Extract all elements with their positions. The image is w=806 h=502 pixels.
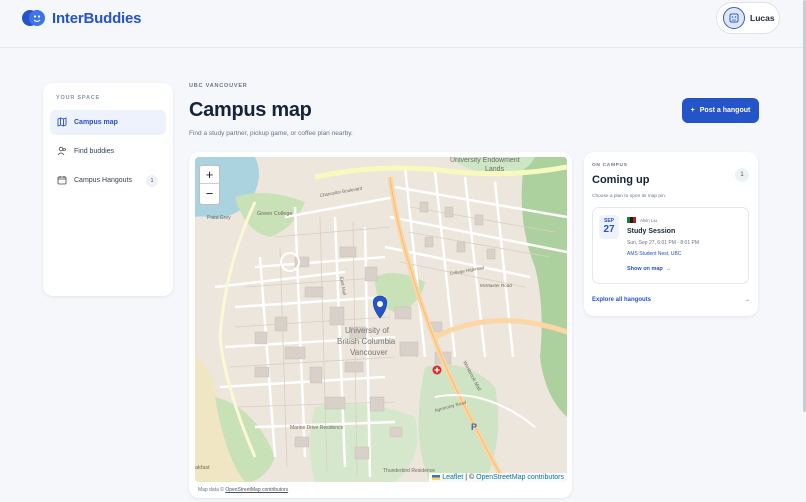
map-credit-prefix: Map data ©	[198, 487, 226, 493]
sidebar-item-find-buddies[interactable]: Find buddies	[50, 139, 166, 164]
page-title: Campus map	[189, 99, 312, 121]
host-flag-icon	[627, 217, 636, 223]
map-label-ubc-line3: Vancouver	[350, 348, 388, 357]
map-tiles: University Endowment Lands Green College…	[195, 157, 567, 482]
sidebar-item-label: Find buddies	[74, 148, 115, 155]
sidebar-section-label: YOUR SPACE	[56, 95, 100, 101]
page-subtitle: Find a study partner, pickup game, or co…	[189, 130, 353, 137]
map-label-lands: Lands	[485, 166, 505, 173]
upcoming-title: Coming up	[592, 174, 650, 186]
zoom-out-button[interactable]: −	[200, 184, 219, 202]
leaflet-link[interactable]: Leaflet	[442, 474, 463, 481]
event-card[interactable]: SEP 27 Alvin Liu Study Session Sun, Sep …	[592, 207, 749, 284]
osm-link[interactable]: OpenStreetMap contributors	[476, 474, 564, 481]
map-label-marine: Marine Drive Residence	[290, 425, 344, 431]
upcoming-card: ON CAMPUS Coming up 1 Choose a plan to o…	[584, 152, 758, 316]
show-on-map-label: Show on map	[627, 266, 663, 272]
map-label-green-college: Green College	[257, 211, 292, 217]
map-attribution: Leaflet | © OpenStreetMap contributors	[429, 473, 567, 482]
explore-hangouts-link[interactable]: Explore all hangouts →	[592, 297, 750, 303]
arrow-right-icon: →	[744, 297, 750, 303]
plus-icon: +	[690, 107, 695, 114]
sidebar: YOUR SPACE Campus map Find buddies Campu…	[43, 83, 173, 296]
post-hangout-label: Post a hangout	[699, 107, 751, 114]
map-label-ubc-line1: University of	[345, 326, 390, 335]
attribution-separator: | ©	[463, 474, 477, 481]
map-label-ubc-line2: British Columbia	[337, 337, 396, 346]
event-host-name: Alvin Liu	[640, 217, 658, 223]
show-on-map-link[interactable]: Show on map →	[627, 266, 671, 272]
campus-map[interactable]: University Endowment Lands Green College…	[195, 157, 567, 482]
event-day: 27	[603, 224, 615, 235]
map-credit-link[interactable]: OpenStreetMap contributors	[225, 487, 288, 493]
event-title: Study Session	[627, 228, 676, 235]
hospital-icon	[432, 365, 442, 375]
event-host: Alvin Liu	[627, 217, 657, 223]
user-name: Lucas	[750, 13, 775, 23]
map-icon	[57, 116, 67, 129]
ukraine-flag-icon	[432, 474, 441, 480]
sidebar-item-campus-map[interactable]: Campus map	[50, 110, 166, 135]
upcoming-count-badge: 1	[735, 168, 749, 182]
explore-label: Explore all hangouts	[592, 297, 652, 303]
app-logo[interactable]: InterBuddies	[22, 8, 141, 28]
map-label-mcmaster: McMaster Road	[480, 283, 512, 288]
logo-icon	[22, 8, 46, 28]
zoom-control: + −	[199, 165, 220, 205]
map-card: University Endowment Lands Green College…	[189, 152, 572, 498]
map-credit: Map data © OpenStreetMap contributors	[198, 487, 288, 493]
parking-icon: P	[471, 422, 477, 432]
upcoming-eyebrow: ON CAMPUS	[592, 163, 628, 168]
user-menu-button[interactable]: Lucas	[716, 2, 780, 34]
map-label-endowment: University Endowment	[450, 157, 520, 164]
sidebar-item-campus-hangouts[interactable]: Campus Hangouts 1	[50, 168, 166, 193]
map-label-thunderbird: Thunderbird Residence	[383, 468, 435, 474]
map-label-point-grey: Point Grey	[207, 215, 231, 221]
sidebar-item-label: Campus Hangouts	[74, 177, 132, 184]
event-place[interactable]: AMS Student Nest, UBC	[627, 251, 681, 257]
post-hangout-button[interactable]: + Post a hangout	[682, 98, 759, 123]
avatar-icon	[723, 7, 745, 29]
event-date: SEP 27	[599, 215, 619, 239]
hangouts-count-badge: 1	[146, 175, 158, 187]
upcoming-hint: Choose a plan to open its map pin.	[592, 194, 667, 199]
map-label-breakfast: akfast	[195, 465, 210, 471]
zoom-in-button[interactable]: +	[200, 166, 219, 184]
app-name: InterBuddies	[52, 9, 142, 27]
arrow-right-icon: →	[664, 266, 672, 272]
calendar-icon	[57, 175, 67, 187]
users-icon	[57, 146, 67, 158]
top-bar: InterBuddies Lucas	[0, 0, 806, 48]
sidebar-item-label: Campus map	[74, 119, 118, 126]
event-time: Sun, Sep 27, 6:01 PM - 8:01 PM	[627, 240, 699, 246]
campus-eyebrow: UBC VANCOUVER	[189, 83, 248, 89]
